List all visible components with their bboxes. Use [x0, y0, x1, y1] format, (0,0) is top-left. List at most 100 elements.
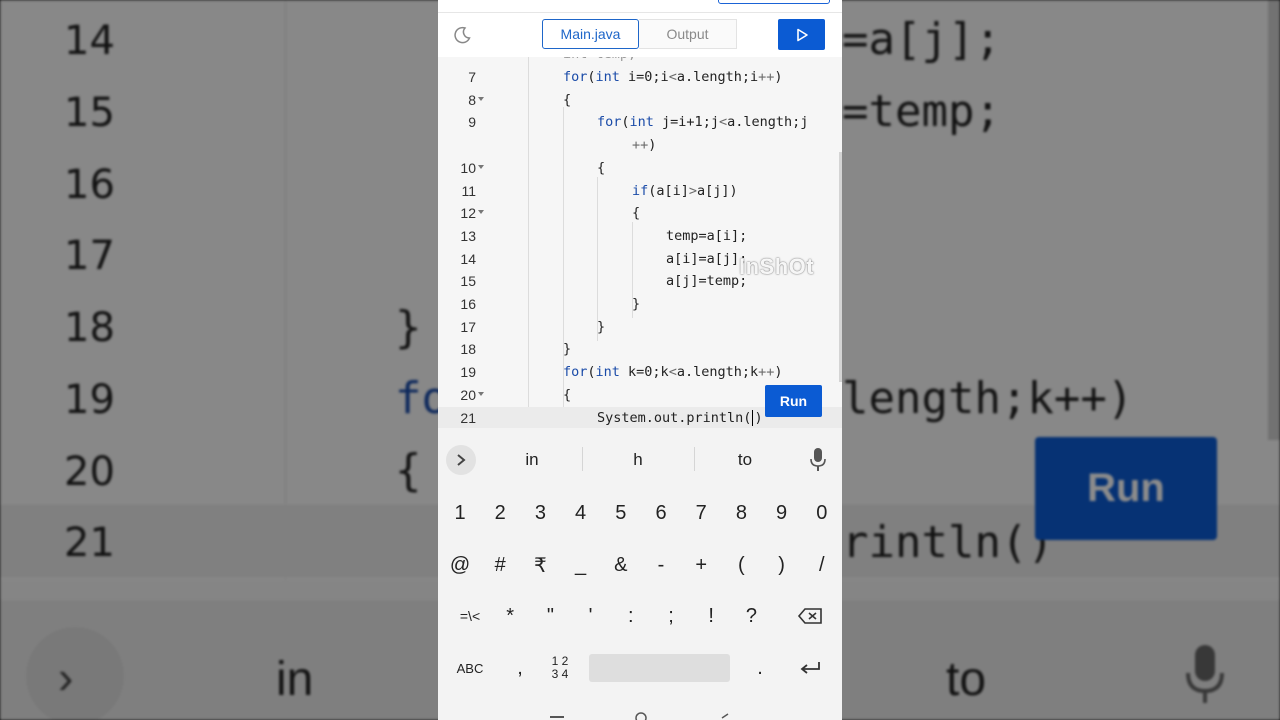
line-number: 19	[460, 364, 476, 381]
line-number: 20	[460, 386, 476, 403]
play-icon	[796, 28, 808, 41]
line-number: 11	[461, 182, 476, 199]
number-key[interactable]: 2	[480, 491, 520, 535]
comma-key[interactable]: ,	[500, 646, 540, 690]
code-text: if(a[i]>a[j])	[632, 182, 738, 199]
number-key[interactable]: 5	[601, 491, 641, 535]
line-number: 8	[468, 91, 476, 108]
symbol-key[interactable]: -	[641, 543, 681, 587]
mic-icon[interactable]	[810, 448, 826, 472]
code-text: for(int k=0;k<a.length;k++)	[563, 364, 783, 381]
editor-header: Main.java Output	[438, 13, 842, 57]
backspace-icon	[797, 608, 822, 624]
symbol-key[interactable]: !	[691, 594, 731, 638]
code-text: {	[597, 159, 606, 176]
code-line[interactable]: 10 {	[438, 157, 842, 180]
code-text: {	[563, 91, 572, 108]
line-number: 7	[468, 69, 476, 85]
enter-key[interactable]	[790, 646, 830, 690]
line-number: 10	[460, 159, 476, 176]
symbol-key[interactable]: @	[440, 543, 480, 587]
period-key[interactable]: .	[740, 646, 780, 690]
tab-output[interactable]: Output	[639, 19, 737, 49]
code-editor[interactable]: int temp; 7for(int i=0;i<a.length;i++)8{…	[438, 57, 842, 428]
code-line[interactable]: ++)	[438, 134, 842, 157]
code-text: System.out.println()	[597, 409, 763, 426]
symbol-row: @ # ₹ _ & - +() /	[438, 543, 842, 593]
suggestion-divider	[694, 447, 695, 471]
symbol-key[interactable]: :	[611, 594, 651, 638]
code-text: for(int j=i+1;j<a.length;j	[597, 114, 809, 131]
code-text: for(int i=0;i<a.length;i++)	[563, 69, 783, 85]
expand-toolbar-button[interactable]	[446, 445, 476, 475]
symbol-key[interactable]: '	[571, 594, 611, 638]
run-button[interactable]: Run	[765, 385, 822, 417]
line-number: 13	[460, 227, 476, 244]
symbol-key[interactable]: ₹	[520, 543, 560, 587]
suggestion-word[interactable]: h	[598, 450, 678, 470]
code-text: a[i]=a[j];	[666, 250, 748, 267]
line-number: 15	[460, 273, 476, 290]
code-text: a[j]=temp;	[666, 273, 748, 290]
fold-toggle-icon[interactable]	[478, 96, 484, 101]
symbol-key[interactable]: ;	[651, 594, 691, 638]
code-line[interactable]: 9 for(int j=i+1;j<a.length;j	[438, 111, 842, 134]
code-text: temp=a[i];	[666, 227, 748, 244]
number-key[interactable]: 9	[762, 491, 802, 535]
inshot-watermark: InShOt	[739, 254, 815, 279]
text-cursor	[752, 409, 754, 426]
symbol-key[interactable]: *	[490, 594, 530, 638]
symbol-key[interactable]: /	[802, 543, 842, 587]
symbol-row-2: =\< * " ':;!?	[438, 594, 842, 644]
backspace-key[interactable]	[790, 594, 830, 638]
phone-screen: Main.java Output int temp; 7 for(int i=0;…	[438, 0, 842, 720]
fold-toggle-icon[interactable]	[478, 210, 484, 215]
code-text: }	[632, 296, 641, 312]
code-line-partial: int temp;	[438, 57, 842, 66]
code-line[interactable]: 16}	[438, 293, 842, 316]
number-key[interactable]: 6	[641, 491, 681, 535]
symbol-key[interactable]: (	[721, 543, 761, 587]
number-key[interactable]: 3	[520, 491, 560, 535]
symbol-key[interactable]: "	[530, 594, 570, 638]
editor-scrollbar[interactable]	[839, 152, 842, 382]
code-line[interactable]: 7 for(int i=0;i<a.length;i++)	[438, 66, 842, 89]
number-key[interactable]: 8	[721, 491, 761, 535]
suggestion-word[interactable]: to	[705, 450, 785, 470]
number-key[interactable]: 7	[681, 491, 721, 535]
code-line[interactable]: 12 {	[438, 202, 842, 225]
symbol-key[interactable]: _	[561, 543, 601, 587]
run-play-button[interactable]	[778, 19, 825, 50]
moon-icon[interactable]	[452, 25, 472, 45]
line-number: 16	[460, 296, 476, 312]
code-text: }	[597, 318, 606, 335]
code-line[interactable]: 19 for(int k=0;k<a.length;k++)	[438, 361, 842, 384]
symbol-key[interactable]: =\<	[450, 594, 490, 638]
tab-main-java[interactable]: Main.java	[542, 19, 639, 49]
fold-toggle-icon[interactable]	[478, 164, 484, 169]
symbol-key[interactable]: +	[681, 543, 721, 587]
code-line[interactable]: 17}	[438, 316, 842, 339]
suggestion-word[interactable]: in	[492, 450, 572, 470]
line-number: 17	[460, 318, 476, 335]
code-line[interactable]: 11 if(a[i]>a[j])	[438, 180, 842, 203]
code-text: ++)	[632, 137, 657, 154]
code-line[interactable]: 13 temp=a[i];	[438, 225, 842, 248]
fold-toggle-icon[interactable]	[478, 391, 484, 396]
number-key[interactable]: 4	[561, 491, 601, 535]
symbol-key[interactable]: #	[480, 543, 520, 587]
code-text: {	[632, 205, 641, 222]
symbol-key[interactable]: ?	[731, 594, 771, 638]
symbol-key[interactable]: )	[762, 543, 802, 587]
abc-key[interactable]: ABC	[449, 646, 491, 690]
numpad-key[interactable]: 1 2 3 4	[540, 646, 580, 690]
line-number: 9	[468, 114, 476, 131]
number-key[interactable]: 1	[440, 491, 480, 535]
space-bar[interactable]	[589, 654, 730, 682]
symbol-key[interactable]: &	[601, 543, 641, 587]
code-line[interactable]: 8{	[438, 89, 842, 112]
top-strip	[438, 0, 842, 13]
number-key[interactable]: 0	[802, 491, 842, 535]
line-number: 12	[460, 205, 476, 222]
code-line[interactable]: 18}	[438, 338, 842, 361]
